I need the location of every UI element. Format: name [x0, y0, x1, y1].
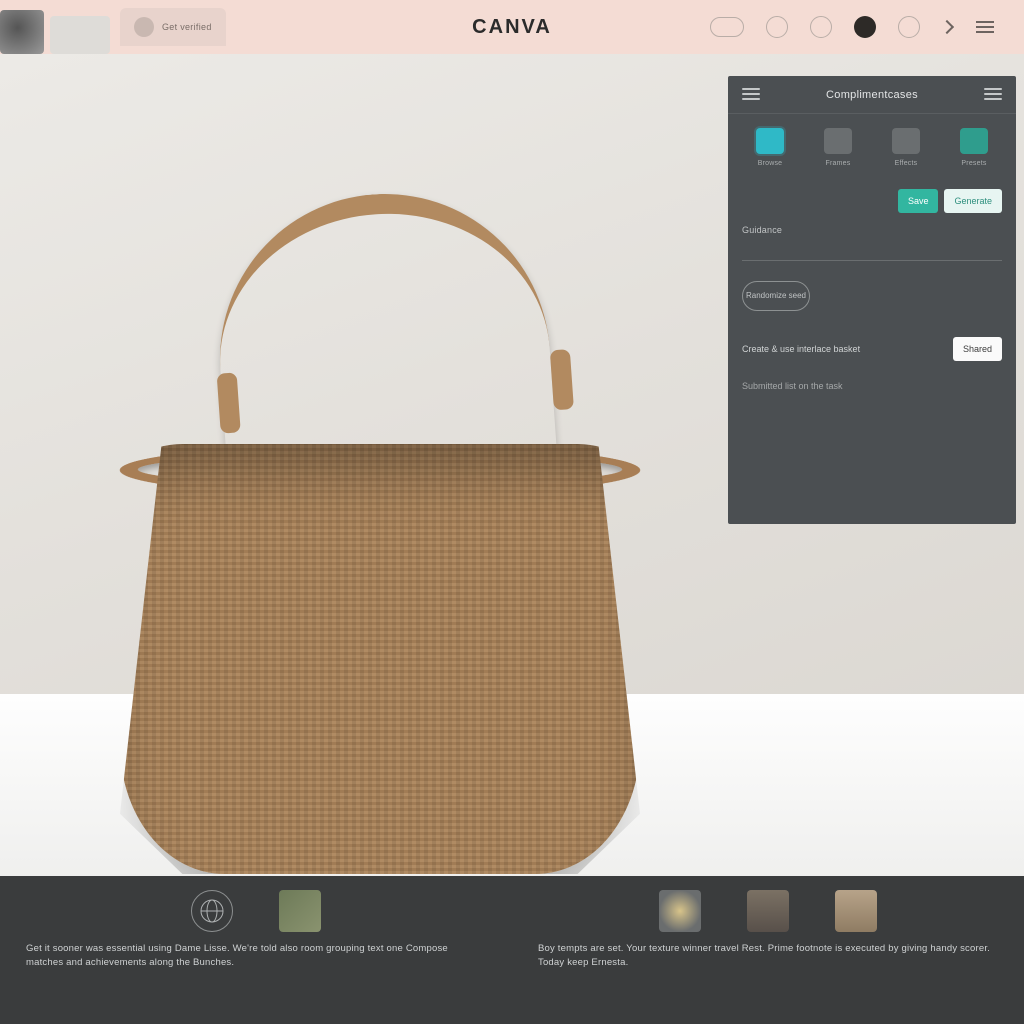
- tab-label: Get verified: [162, 22, 212, 32]
- tool-browse[interactable]: Browse: [742, 128, 798, 167]
- cta-row: Create & use interlace basket Shared: [742, 337, 1002, 361]
- bottom-bar: Get it sooner was essential using Dame L…: [0, 876, 1024, 1024]
- tool-label: Browse: [758, 160, 783, 167]
- app-header: Get verified CANVA: [0, 0, 1024, 54]
- asset-thumbnail[interactable]: [747, 890, 789, 932]
- basket-body: [120, 444, 640, 874]
- tool-effects[interactable]: Effects: [878, 128, 934, 167]
- avatar-icon[interactable]: [854, 16, 876, 38]
- browse-icon: [756, 128, 784, 154]
- tool-presets[interactable]: Presets: [946, 128, 1002, 167]
- bottom-right-caption: Boy tempts are set. Your texture winner …: [538, 942, 998, 970]
- bottom-thumb-row: [659, 890, 877, 932]
- panel-footnote: Submitted list on the task: [742, 381, 1002, 391]
- next-icon[interactable]: [942, 22, 952, 32]
- tool-frames[interactable]: Frames: [810, 128, 866, 167]
- menu-icon[interactable]: [974, 16, 996, 38]
- thumbnail[interactable]: [0, 10, 44, 54]
- panel-body: Save Generate Guidance Randomize seed Cr…: [742, 189, 1002, 361]
- header-actions: [710, 16, 1024, 38]
- thumbnail[interactable]: [50, 16, 110, 54]
- tool-label: Presets: [961, 160, 986, 167]
- bottom-thumb-row: [191, 890, 321, 932]
- guidance-label: Guidance: [742, 225, 1002, 235]
- effects-icon: [892, 128, 920, 154]
- cta-text: Create & use interlace basket: [742, 344, 943, 354]
- frames-icon: [824, 128, 852, 154]
- list-icon[interactable]: [984, 88, 1002, 102]
- circle-icon[interactable]: [810, 16, 832, 38]
- save-button[interactable]: Save: [898, 189, 939, 213]
- header-tab[interactable]: Get verified: [120, 8, 226, 46]
- asset-thumbnail[interactable]: [659, 890, 701, 932]
- properties-panel: Complimentcases Browse Frames Effects Pr…: [728, 76, 1016, 524]
- tool-label: Frames: [826, 160, 851, 167]
- panel-title: Complimentcases: [826, 89, 918, 101]
- bottom-right: Boy tempts are set. Your texture winner …: [512, 876, 1024, 1024]
- tool-label: Effects: [895, 160, 918, 167]
- asset-thumbnail[interactable]: [279, 890, 321, 932]
- generate-button[interactable]: Generate: [944, 189, 1002, 213]
- bottom-left-caption: Get it sooner was essential using Dame L…: [26, 942, 486, 970]
- recent-thumbnails: [0, 0, 110, 54]
- chat-icon[interactable]: [898, 16, 920, 38]
- bell-icon[interactable]: [766, 16, 788, 38]
- presets-icon: [960, 128, 988, 154]
- guidance-input[interactable]: [742, 239, 1002, 261]
- tab-icon: [134, 17, 154, 37]
- pill-icon[interactable]: [710, 17, 744, 37]
- panel-header: Complimentcases: [728, 76, 1016, 114]
- action-row: Save Generate: [742, 189, 1002, 213]
- hamburger-icon[interactable]: [742, 88, 760, 102]
- panel-tool-row: Browse Frames Effects Presets: [728, 114, 1016, 177]
- globe-icon[interactable]: [191, 890, 233, 932]
- brand-logo[interactable]: CANVA: [472, 16, 552, 39]
- globe-svg: [199, 898, 225, 924]
- asset-thumbnail[interactable]: [835, 890, 877, 932]
- basket-image[interactable]: [50, 214, 690, 874]
- shared-button[interactable]: Shared: [953, 337, 1002, 361]
- randomize-chip[interactable]: Randomize seed: [742, 281, 810, 311]
- bottom-left: Get it sooner was essential using Dame L…: [0, 876, 512, 1024]
